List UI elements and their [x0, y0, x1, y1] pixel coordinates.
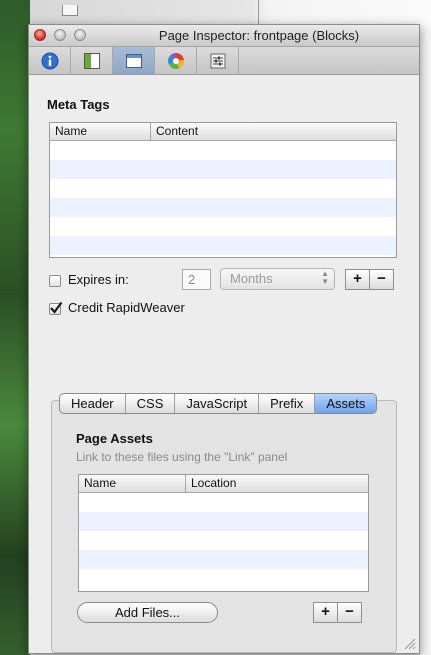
tab-prefix[interactable]: Prefix: [259, 394, 316, 413]
page-inspector-window: Page Inspector: frontpage (Blocks) Meta …: [28, 24, 420, 654]
expires-unit-popup[interactable]: Months ▲ ▼: [220, 268, 335, 290]
tab-bar: Header CSS JavaScript Prefix Assets: [59, 393, 378, 414]
window-title: Page Inspector: frontpage (Blocks): [158, 28, 360, 43]
table-row[interactable]: [79, 493, 368, 512]
add-files-button[interactable]: Add Files...: [77, 602, 218, 623]
checkmark-icon: [50, 301, 63, 314]
tab-javascript[interactable]: JavaScript: [175, 394, 260, 413]
title-bar[interactable]: Page Inspector: frontpage (Blocks): [29, 25, 419, 47]
expires-label: Expires in:: [68, 272, 129, 287]
tab-assets[interactable]: Assets: [315, 394, 377, 413]
table-row[interactable]: [50, 179, 396, 198]
assets-add-button[interactable]: +: [313, 602, 338, 623]
resize-grip-icon[interactable]: [404, 638, 416, 650]
popup-arrows-icon: ▲ ▼: [321, 269, 329, 286]
meta-tags-table-header: Name Content: [50, 123, 396, 141]
column-header-name[interactable]: Name: [84, 476, 116, 490]
settings-tab-button[interactable]: [197, 47, 239, 74]
credit-checkbox[interactable]: [49, 301, 63, 315]
info-icon: [41, 52, 59, 70]
meta-tags-table[interactable]: Name Content: [49, 122, 397, 258]
tab-header[interactable]: Header: [60, 394, 126, 413]
expires-unit-value: Months: [230, 271, 273, 286]
zoom-button[interactable]: [74, 29, 86, 41]
background-window: [30, 0, 431, 26]
page-assets-heading: Page Assets: [76, 431, 153, 446]
meta-add-button[interactable]: +: [345, 269, 370, 290]
table-row[interactable]: [50, 141, 396, 160]
table-row[interactable]: [79, 569, 368, 588]
color-wheel-icon: [168, 53, 184, 69]
background-checkbox: [62, 5, 78, 16]
meta-remove-button[interactable]: −: [369, 269, 394, 290]
column-header-name[interactable]: Name: [55, 124, 87, 138]
column-header-content[interactable]: Content: [156, 124, 198, 138]
page-layout-tab-button[interactable]: [71, 47, 113, 74]
table-row[interactable]: [50, 217, 396, 236]
window-icon: [126, 54, 142, 68]
table-row[interactable]: [79, 531, 368, 550]
table-row[interactable]: [50, 236, 396, 255]
inspector-toolbar: [29, 47, 419, 75]
column-divider[interactable]: [150, 123, 151, 140]
expires-checkbox[interactable]: [49, 275, 61, 287]
assets-remove-button[interactable]: −: [337, 602, 362, 623]
table-row[interactable]: [79, 550, 368, 569]
background-window-edge: [419, 26, 431, 655]
desktop-background: [0, 0, 30, 655]
table-row[interactable]: [50, 160, 396, 179]
assets-table[interactable]: Name Location: [78, 474, 369, 592]
color-tab-button[interactable]: [155, 47, 197, 74]
table-row[interactable]: [50, 198, 396, 217]
minimize-button[interactable]: [54, 29, 66, 41]
info-tab-button[interactable]: [29, 47, 71, 74]
table-row[interactable]: [79, 512, 368, 531]
sliders-icon: [210, 53, 226, 69]
expires-value-field[interactable]: 2: [182, 269, 211, 290]
assets-table-header: Name Location: [79, 475, 368, 493]
page-assets-hint: Link to these files using the "Link" pan…: [76, 450, 288, 464]
window-tab-button[interactable]: [113, 47, 155, 74]
background-divider: [258, 0, 259, 26]
tab-css[interactable]: CSS: [126, 394, 176, 413]
column-divider[interactable]: [185, 475, 186, 492]
column-header-location[interactable]: Location: [191, 476, 236, 490]
meta-tags-heading: Meta Tags: [47, 97, 110, 112]
inspector-content: Meta Tags Name Content Expires in: 2 Mon…: [29, 75, 419, 653]
credit-label: Credit RapidWeaver: [68, 300, 185, 315]
page-layout-icon: [84, 53, 100, 69]
close-button[interactable]: [34, 29, 46, 41]
